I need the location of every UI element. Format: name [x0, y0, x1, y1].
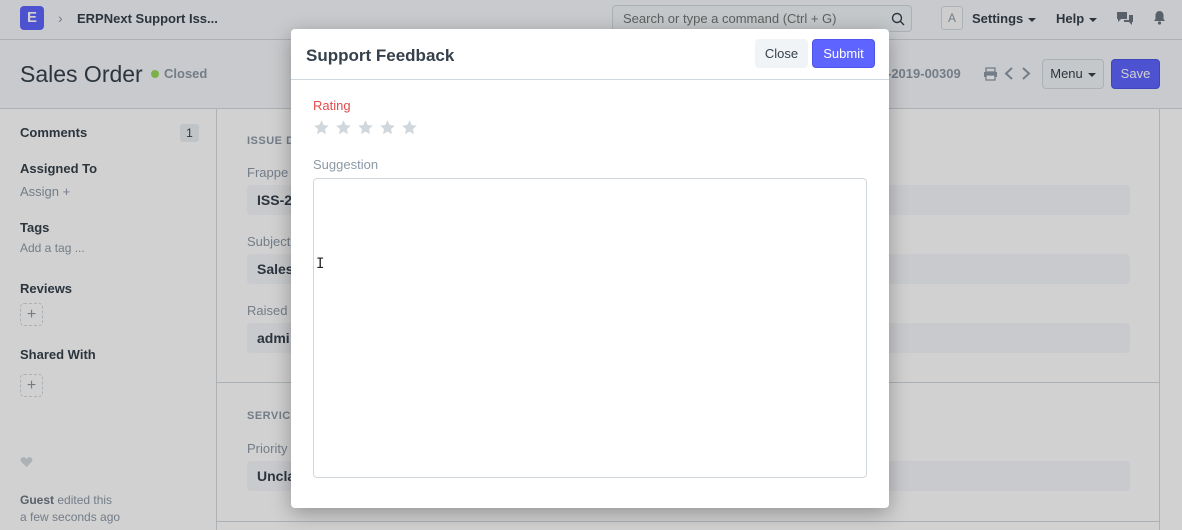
- rating-label: Rating: [313, 98, 351, 113]
- star-icon[interactable]: [335, 119, 352, 136]
- dialog-header: Support Feedback Close Submit: [291, 29, 889, 80]
- text-cursor-icon: I: [316, 256, 325, 272]
- star-icon[interactable]: [313, 119, 330, 136]
- star-icon[interactable]: [401, 119, 418, 136]
- submit-button[interactable]: Submit: [812, 39, 875, 68]
- dialog-title: Support Feedback: [306, 46, 455, 65]
- close-button[interactable]: Close: [755, 39, 808, 68]
- suggestion-label: Suggestion: [313, 157, 379, 172]
- star-icon[interactable]: [379, 119, 396, 136]
- rating-stars: [313, 119, 423, 137]
- star-icon[interactable]: [357, 119, 374, 136]
- support-feedback-dialog: Support Feedback Close Submit Rating Sug…: [291, 29, 889, 508]
- suggestion-textarea[interactable]: [313, 178, 867, 478]
